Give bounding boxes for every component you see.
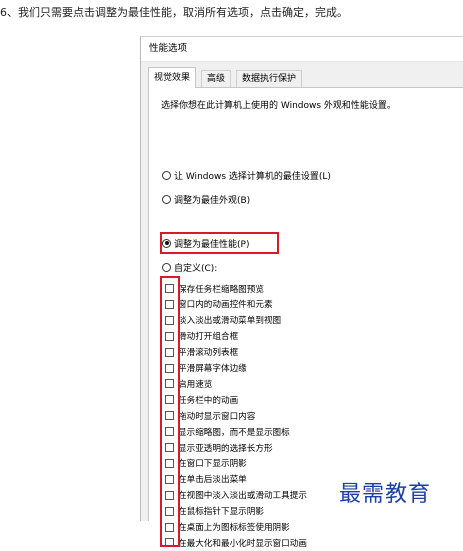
watermark-text: 最需教育 <box>339 482 432 507</box>
radio-button-icon <box>162 262 171 272</box>
dialog-body: 视觉效果 高级 数据执行保护 选择你想在此计算机上使用的 Windows 外观和… <box>141 62 463 549</box>
highlight-box-best-performance <box>160 232 279 254</box>
checkbox-label: 显示缩略图，而不是显示图标 <box>178 427 290 438</box>
checkbox-label: 拖动时显示窗口内容 <box>178 411 256 422</box>
radio-label: 自定义(C): <box>174 263 218 274</box>
instruction-text: 6、我们只需要点击调整为最佳性能，取消所有选项，点击确定，完成。 <box>0 6 348 19</box>
checkbox-row[interactable]: 窗口内的动画控件和元素 <box>165 297 273 312</box>
radio-button-icon <box>162 194 171 204</box>
visual-effects-panel: 选择你想在此计算机上使用的 Windows 外观和性能设置。 让 Windows… <box>148 87 463 549</box>
visual-effects-checklist: 保存任务栏缩略图预览 窗口内的动画控件和元素 淡入淡出或滑动菜单到视图 滑动打开组合框… <box>161 281 441 551</box>
checkbox-label: 在桌面上为图标标签使用阴影 <box>178 523 290 533</box>
checkbox-row[interactable]: 在视图中淡入淡出或滑动工具提示 <box>165 488 307 503</box>
radio-custom[interactable]: 自定义(C): <box>162 259 217 275</box>
checkbox-row[interactable]: 在最大化和最小化时显示窗口动画 <box>165 535 307 550</box>
checkbox-label: 淡入淡出或滑动菜单到视图 <box>178 316 282 327</box>
tab-data-execution-prevention[interactable]: 数据执行保护 <box>236 70 303 87</box>
checkbox-row[interactable]: 在桌面上为图标标签使用阴影 <box>165 520 290 535</box>
radio-label: 让 Windows 选择计算机的最佳设置(L) <box>174 171 331 182</box>
checkbox-label: 显示亚透明的选择长方形 <box>178 443 273 454</box>
checkbox-row[interactable]: 显示缩略图，而不是显示图标 <box>165 424 290 439</box>
checkbox-label: 在视图中淡入淡出或滑动工具提示 <box>178 491 307 502</box>
tab-visual-effects[interactable]: 视觉效果 <box>148 67 197 88</box>
radio-let-windows-choose[interactable]: 让 Windows 选择计算机的最佳设置(L) <box>162 167 331 183</box>
checkbox-row[interactable]: 显示亚透明的选择长方形 <box>165 440 273 455</box>
radio-label: 调整为最佳外观(B) <box>174 195 251 206</box>
checkbox-label: 在最大化和最小化时显示窗口动画 <box>178 538 307 549</box>
highlight-box-checkboxes <box>160 276 180 547</box>
checkbox-label: 滑动打开组合框 <box>178 332 239 343</box>
radio-button-icon <box>162 170 171 180</box>
checkbox-row[interactable]: 淡入淡出或滑动菜单到视图 <box>165 313 281 328</box>
dialog-title: 性能选项 <box>141 37 463 62</box>
checkbox-label: 在鼠标指针下显示阴影 <box>178 507 264 518</box>
checkbox-label: 任务栏中的动画 <box>178 395 239 406</box>
checkbox-label: 在单击后淡出菜单 <box>178 475 247 486</box>
checkbox-label: 窗口内的动画控件和元素 <box>178 300 273 311</box>
performance-options-dialog: 性能选项 视觉效果 高级 数据执行保护 选择你想在此计算机上使用的 Window… <box>140 36 463 549</box>
radio-best-appearance[interactable]: 调整为最佳外观(B) <box>162 191 250 207</box>
checkbox-label: 启用速览 <box>178 379 213 390</box>
checkbox-label: 平滑滚动列表框 <box>178 348 239 359</box>
checkbox-label: 在窗口下显示阴影 <box>178 459 247 470</box>
panel-description: 选择你想在此计算机上使用的 Windows 外观和性能设置。 <box>161 101 396 111</box>
checkbox-label: 平滑屏幕字体边缘 <box>178 364 247 374</box>
tab-advanced[interactable]: 高级 <box>201 70 232 87</box>
checkbox-label: 保存任务栏缩略图预览 <box>178 284 264 295</box>
